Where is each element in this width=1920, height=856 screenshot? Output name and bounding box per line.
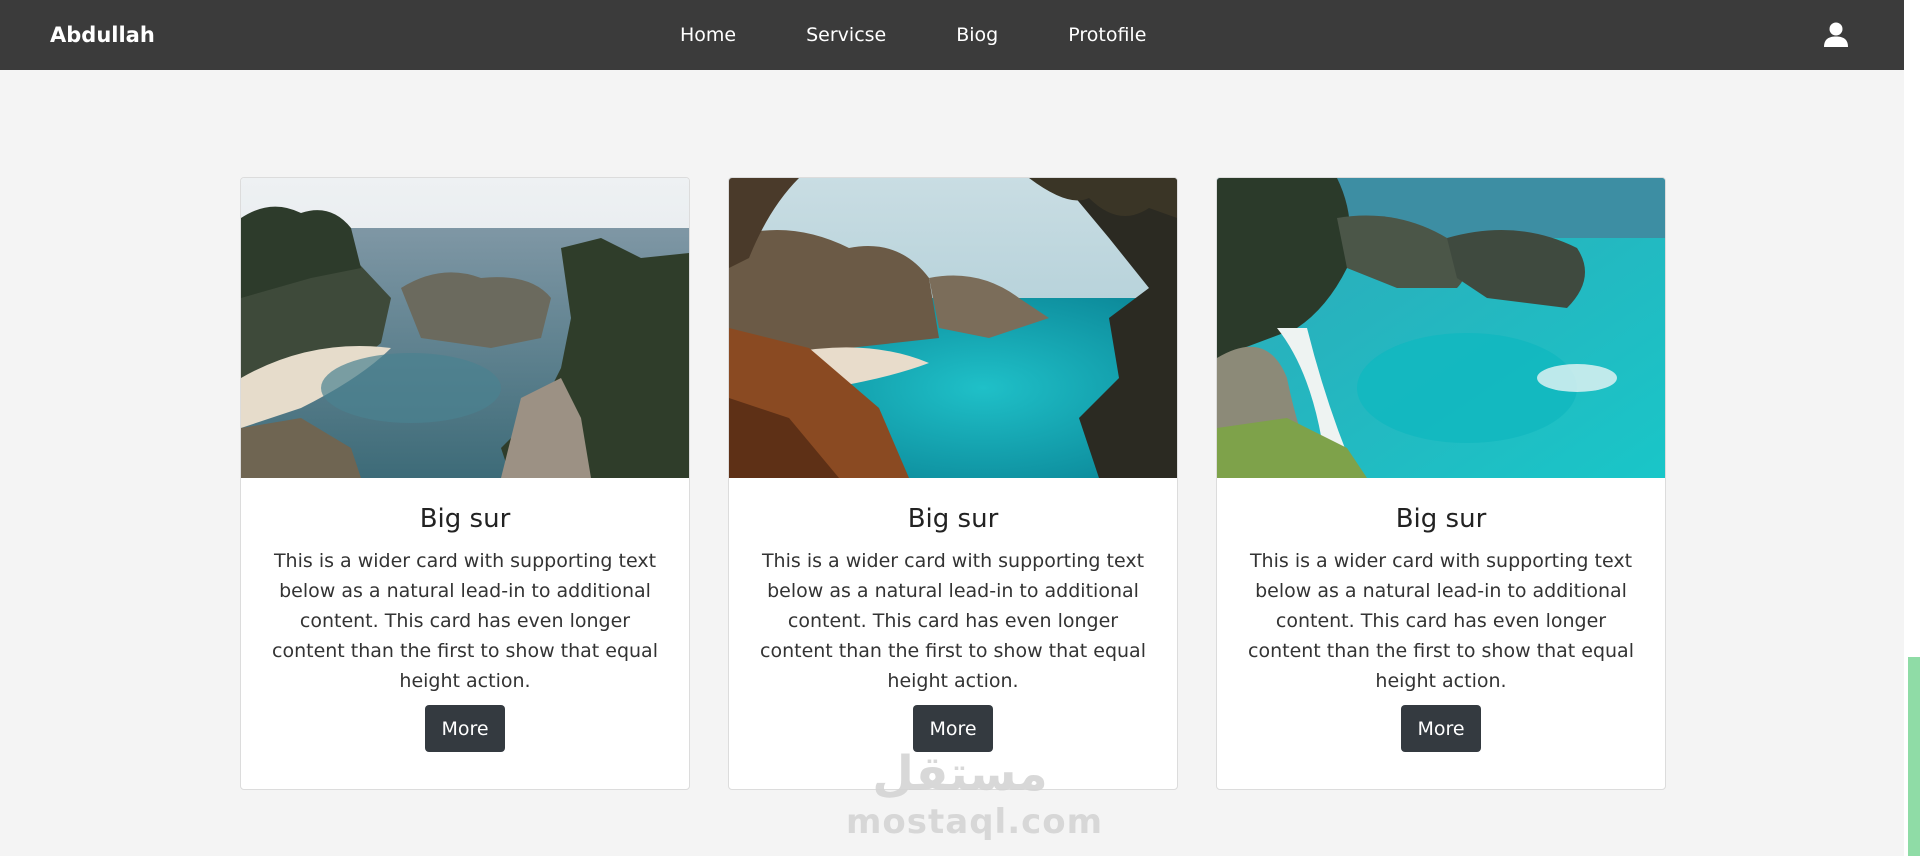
more-button[interactable]: More (1401, 705, 1481, 752)
card-text: This is a wider card with supporting tex… (760, 550, 1146, 692)
card-title: Big sur (419, 504, 511, 534)
page-scrollbar[interactable] (1904, 0, 1920, 856)
nav-link-blog[interactable]: Biog (921, 24, 1033, 46)
scrollbar-thumb[interactable] (1908, 657, 1920, 856)
card-image-cove-trees (729, 178, 1177, 478)
brand-logo[interactable]: Abdullah (50, 0, 155, 70)
card: Big sur This is a wider card with suppor… (1216, 177, 1666, 790)
card-image-coast (241, 178, 689, 478)
top-navbar: Abdullah Home Servicse Biog Protofile (0, 0, 1904, 70)
card-title: Big sur (907, 504, 999, 534)
watermark-latin-text: mostaql.com (846, 802, 1104, 842)
card-image-turquoise-cove (1217, 178, 1665, 478)
nav-link-portfolio[interactable]: Protofile (1033, 24, 1181, 46)
more-button[interactable]: More (425, 705, 505, 752)
card-text: This is a wider card with supporting tex… (1248, 550, 1634, 692)
user-icon (1824, 22, 1848, 47)
user-account-button[interactable] (1824, 22, 1848, 48)
card: Big sur This is a wider card with suppor… (728, 177, 1178, 790)
card: Big sur This is a wider card with suppor… (240, 177, 690, 790)
card-title: Big sur (1395, 504, 1487, 534)
card-text: This is a wider card with supporting tex… (272, 550, 658, 692)
nav-links: Home Servicse Biog Protofile (646, 0, 1181, 70)
more-button[interactable]: More (913, 705, 993, 752)
nav-link-services[interactable]: Servicse (771, 24, 921, 46)
nav-link-home[interactable]: Home (646, 24, 771, 46)
card-grid: Big sur This is a wider card with suppor… (240, 177, 1666, 790)
